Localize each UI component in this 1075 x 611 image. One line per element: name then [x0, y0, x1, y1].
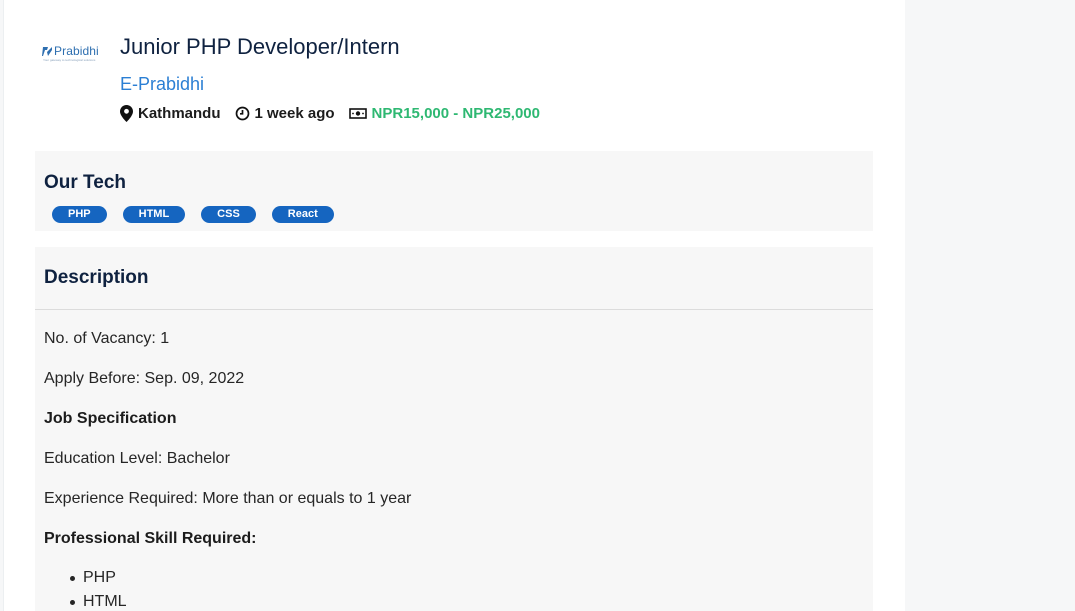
company-link[interactable]: E-Prabidhi — [120, 74, 204, 95]
job-title: Junior PHP Developer/Intern — [120, 34, 400, 59]
tech-tag-php[interactable]: PHP — [52, 206, 107, 223]
job-detail-card: Prabidhi Your gateway to technological s… — [3, 0, 906, 611]
description-heading: Description — [44, 267, 149, 288]
logo-tagline: Your gateway to technological solutions — [43, 58, 96, 62]
tech-tag-css[interactable]: CSS — [201, 206, 256, 223]
posted-time: 1 week ago — [235, 105, 335, 122]
posted-time-text: 1 week ago — [254, 104, 335, 122]
right-sidebar — [905, 0, 1075, 611]
job-meta: Kathmandu 1 week ago NPR15,000 - NPR25,0… — [120, 103, 554, 123]
professional-skill-heading: Professional Skill Required: — [44, 530, 257, 547]
apply-before-text: Apply Before: Sep. 09, 2022 — [44, 370, 245, 387]
experience-text: Experience Required: More than or equals… — [44, 490, 412, 507]
location-text: Kathmandu — [138, 104, 221, 122]
description-section: Description No. of Vacancy: 1 Apply Befo… — [35, 247, 873, 611]
clock-icon — [235, 106, 249, 120]
vacancy-text: No. of Vacancy: 1 — [44, 330, 170, 347]
tech-tag-react[interactable]: React — [271, 206, 334, 223]
job-specification-heading: Job Specification — [44, 410, 177, 427]
logo-text: Prabidhi — [54, 44, 99, 58]
tech-tags: PHP HTML CSS React — [52, 206, 350, 223]
list-item: PHP — [70, 568, 127, 592]
skills-list: PHP HTML — [70, 568, 127, 611]
salary: NPR15,000 - NPR25,000 — [348, 104, 540, 122]
map-pin-icon — [120, 104, 133, 122]
list-item: HTML — [70, 592, 127, 611]
location: Kathmandu — [120, 104, 221, 122]
tech-heading: Our Tech — [44, 172, 126, 193]
company-logo[interactable]: Prabidhi Your gateway to technological s… — [42, 44, 104, 64]
salary-text: NPR15,000 - NPR25,000 — [371, 104, 540, 122]
prabidhi-logo-icon — [42, 47, 52, 56]
money-bill-icon — [348, 107, 367, 119]
education-level-text: Education Level: Bachelor — [44, 450, 230, 467]
tech-section: Our Tech PHP HTML CSS React — [35, 151, 873, 231]
divider — [35, 309, 873, 310]
tech-tag-html[interactable]: HTML — [122, 206, 186, 223]
